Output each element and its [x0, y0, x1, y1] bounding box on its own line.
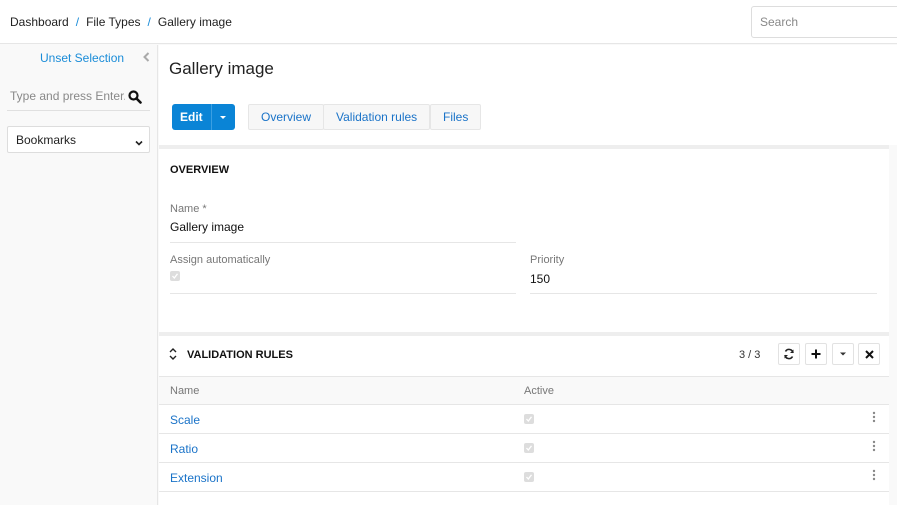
tab-overview[interactable]: Overview [248, 104, 325, 130]
plus-icon [811, 349, 821, 359]
name-field-label: Name * [170, 203, 207, 215]
table-row[interactable]: Extension [159, 463, 889, 492]
bookmarks-select[interactable]: Bookmarks [7, 126, 150, 153]
column-header-name[interactable]: Name [170, 385, 199, 397]
section-divider [159, 332, 889, 336]
tab-files[interactable]: Files [430, 104, 482, 130]
priority-field-underline [530, 293, 877, 294]
overview-section-title: OVERVIEW [170, 164, 230, 176]
expand-collapse-icon[interactable] [168, 347, 178, 361]
bookmarks-label: Bookmarks [16, 133, 77, 147]
caret-down-icon [220, 115, 227, 119]
edit-dropdown-toggle[interactable] [212, 104, 235, 130]
close-icon [864, 349, 874, 359]
search-icon[interactable] [128, 90, 142, 104]
edit-button[interactable]: Edit [172, 104, 212, 130]
table-row[interactable]: Ratio [159, 434, 889, 463]
unset-selection-link[interactable]: Unset Selection [40, 51, 124, 65]
close-section-button[interactable] [858, 343, 880, 365]
page-title: Gallery image [169, 59, 274, 78]
assign-automatically-checkbox[interactable] [170, 271, 180, 281]
caret-down-icon [840, 352, 846, 356]
global-search-input[interactable] [751, 6, 897, 38]
sidebar-search [7, 83, 150, 111]
table-header: Name Active [159, 376, 889, 405]
top-bar: Dashboard / File Types / Gallery image [0, 0, 897, 44]
name-field-value[interactable]: Gallery image [170, 220, 244, 234]
sidebar: Unset Selection Bookmarks [0, 45, 158, 505]
active-checkbox [524, 472, 534, 482]
rule-name-link[interactable]: Ratio [170, 442, 198, 456]
refresh-button[interactable] [778, 343, 800, 365]
priority-field-label: Priority [530, 254, 565, 266]
assign-automatically-label: Assign automatically [170, 254, 271, 266]
active-checkbox [524, 414, 534, 424]
breadcrumb-dashboard[interactable]: Dashboard [10, 15, 69, 29]
name-field-underline [170, 242, 516, 243]
breadcrumb: Dashboard / File Types / Gallery image [10, 15, 232, 29]
breadcrumb-separator: / [75, 15, 80, 29]
breadcrumb-separator: / [147, 15, 151, 29]
priority-field-value[interactable]: 150 [530, 272, 550, 286]
row-actions-icon[interactable] [872, 411, 878, 425]
assign-field-underline [170, 293, 516, 294]
collapse-sidebar-icon[interactable] [143, 52, 151, 62]
edit-split-button: Edit [172, 104, 235, 130]
table-row[interactable]: Scale [159, 405, 889, 434]
tab-validation-rules[interactable]: Validation rules [323, 104, 431, 130]
row-actions-icon[interactable] [872, 469, 878, 483]
chevron-down-icon [135, 136, 143, 146]
breadcrumb-current: Gallery image [157, 15, 232, 29]
column-header-active[interactable]: Active [524, 385, 554, 397]
rule-name-link[interactable]: Scale [170, 413, 200, 427]
sidebar-search-input[interactable] [10, 89, 125, 103]
validation-rules-section-title: VALIDATION RULES [187, 349, 293, 361]
rule-name-link[interactable]: Extension [170, 471, 223, 485]
row-actions-icon[interactable] [872, 440, 878, 454]
record-count: 3 / 3 [739, 349, 761, 361]
add-button[interactable] [805, 343, 827, 365]
more-options-button[interactable] [832, 343, 854, 365]
active-checkbox [524, 443, 534, 453]
main-content: Gallery image Edit Overview Validation r… [159, 45, 897, 505]
section-divider [159, 145, 889, 149]
right-gutter [889, 145, 897, 505]
breadcrumb-file-types[interactable]: File Types [86, 15, 140, 29]
refresh-icon [784, 348, 794, 360]
